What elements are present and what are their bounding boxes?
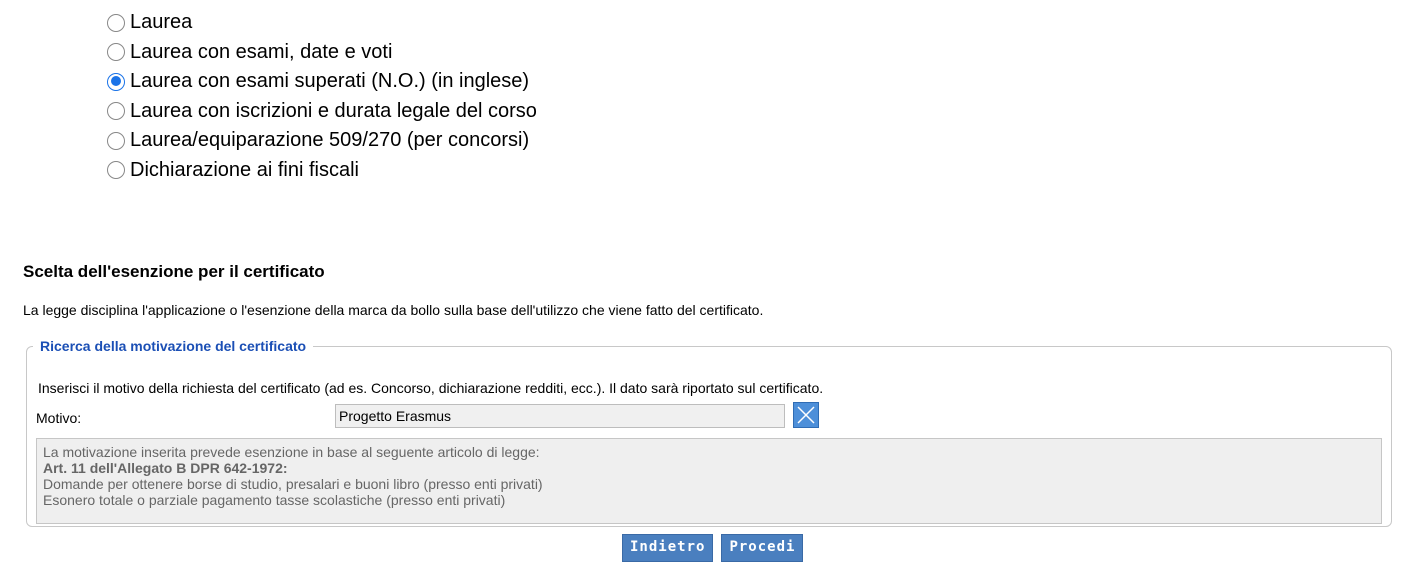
info-item: Esonero totale o parziale pagamento tass… (43, 492, 506, 508)
info-item: Domande per ottenere borse di studio, pr… (43, 476, 543, 492)
section-title: Scelta dell'esenzione per il certificato (23, 262, 325, 281)
motivo-label: Motivo: (36, 410, 82, 426)
radio-label: Laurea con iscrizioni e durata legale de… (130, 99, 537, 122)
radio-option-dichiarazione-fiscali[interactable]: Dichiarazione ai fini fiscali (107, 156, 537, 186)
back-button[interactable]: Indietro (622, 534, 714, 562)
radio-label: Laurea (130, 11, 193, 34)
close-x-icon (797, 406, 815, 424)
radio-button[interactable] (107, 131, 125, 150)
action-buttons: Indietro Procedi (622, 534, 804, 562)
fieldset-legend: Ricerca della motivazione del certificat… (40, 338, 307, 354)
clear-motivo-button[interactable] (793, 402, 819, 428)
exemption-info-box: La motivazione inserita prevede esenzion… (36, 438, 1382, 524)
radio-label: Laurea/equiparazione 509/270 (per concor… (130, 129, 530, 152)
motivo-input[interactable] (335, 404, 785, 428)
instructions-text: Inserisci il motivo della richiesta del … (38, 380, 824, 396)
info-article: Art. 11 dell'Allegato B DPR 642-1972: (43, 460, 288, 476)
section-description: La legge disciplina l'applicazione o l'e… (23, 302, 764, 318)
radio-button[interactable] (107, 102, 125, 121)
proceed-button[interactable]: Procedi (721, 534, 804, 562)
certificate-type-radio-group: Laurea Laurea con esami, date e voti Lau… (107, 8, 537, 185)
radio-button[interactable] (107, 13, 125, 32)
radio-option-laurea-esami-date-voti[interactable]: Laurea con esami, date e voti (107, 38, 537, 68)
radio-label: Laurea con esami, date e voti (130, 40, 393, 63)
radio-option-laurea[interactable]: Laurea (107, 8, 537, 38)
radio-option-laurea-esami-inglese[interactable]: Laurea con esami superati (N.O.) (in ing… (107, 67, 537, 97)
radio-label: Dichiarazione ai fini fiscali (130, 158, 359, 181)
radio-option-laurea-iscrizioni[interactable]: Laurea con iscrizioni e durata legale de… (107, 97, 537, 127)
radio-button-selected[interactable] (107, 72, 125, 91)
motivation-search-fieldset: Ricerca della motivazione del certificat… (26, 338, 1392, 527)
radio-button[interactable] (107, 161, 125, 180)
radio-label: Laurea con esami superati (N.O.) (in ing… (130, 70, 530, 93)
radio-option-laurea-equiparazione[interactable]: Laurea/equiparazione 509/270 (per concor… (107, 126, 537, 156)
info-intro: La motivazione inserita prevede esenzion… (43, 444, 540, 460)
radio-button[interactable] (107, 43, 125, 62)
